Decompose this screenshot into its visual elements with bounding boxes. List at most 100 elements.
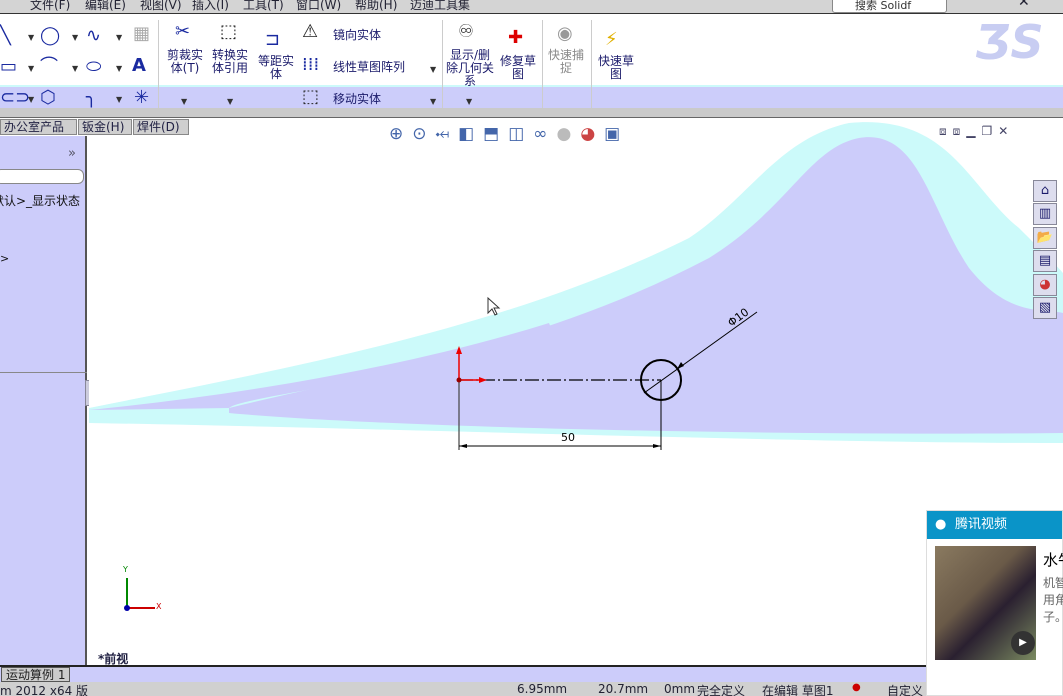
display-style-icon[interactable]: ◫ <box>508 124 533 144</box>
chevron-down-icon[interactable]: ▼ <box>28 64 34 73</box>
menu-tools[interactable]: 工具(T) <box>243 0 284 13</box>
video-headline[interactable]: 水牛 <box>1043 549 1063 570</box>
spline-icon[interactable]: ∿ <box>86 26 101 46</box>
mirror-entities-button[interactable]: 镜向实体 <box>333 29 381 42</box>
tab-sheet-metal[interactable]: 钣金(H) <box>78 119 132 135</box>
menu-view[interactable]: 视图(V) <box>140 0 182 13</box>
chevron-down-icon[interactable]: ▼ <box>430 65 436 74</box>
tencent-video-popup: ● 腾讯视频 ▶ 水牛 机智 用角 子。 <box>926 510 1063 696</box>
offset-entities-button[interactable]: 等距实体 <box>256 55 296 81</box>
rectangle-icon[interactable]: ▭ <box>0 57 17 77</box>
minimize-icon[interactable]: ▁ <box>966 124 981 138</box>
status-bar: m 2012 x64 版 6.95mm 20.7mm 0mm 完全定义 在编辑 … <box>0 682 926 696</box>
linear-pattern-icon: ⁞⁞⁞ <box>302 54 320 75</box>
fillet-icon[interactable]: ╮ <box>86 88 97 108</box>
axis-x-label: X <box>156 602 162 611</box>
display-state-item[interactable]: 默认>_显示状态 <box>0 192 80 209</box>
toolbar-footer <box>0 108 1063 118</box>
status-z: 0mm <box>664 682 696 696</box>
view-palette-icon[interactable]: ▤ <box>1033 250 1057 272</box>
chevron-down-icon[interactable]: ▼ <box>116 95 122 104</box>
circle-icon[interactable]: ◯ <box>40 26 60 46</box>
slot-icon[interactable]: ⊂⊃ <box>0 88 30 108</box>
expand-icon[interactable]: » <box>68 146 76 161</box>
text-icon[interactable]: A <box>132 56 146 76</box>
heads-up-view-toolbar: ⊕⊙⤟◧⬒◫∞●◕▣ <box>389 124 629 144</box>
ellipse-icon[interactable]: ⬭ <box>86 57 101 77</box>
tab-weldments[interactable]: 焊件(D) <box>133 119 189 135</box>
graphics-area[interactable]: 50 Φ10 Y X *前视 ⊕⊙⤟◧⬒◫∞●◕▣ ⧈⧈▁❐✕ <box>89 118 1063 665</box>
chevron-down-icon[interactable]: ▼ <box>28 95 34 104</box>
status-editing: 在编辑 草图1 <box>762 684 834 696</box>
viewport-icon[interactable]: ⧈ <box>953 124 967 138</box>
close-icon[interactable]: ✕ <box>1018 0 1030 10</box>
home-icon[interactable]: ⌂ <box>1033 180 1057 202</box>
viewport-icon[interactable]: ⧈ <box>939 124 953 138</box>
menu-edit[interactable]: 编辑(E) <box>85 0 126 13</box>
search-input[interactable]: 搜索 Solidf <box>832 0 947 13</box>
custom-properties-icon[interactable]: ▧ <box>1033 297 1057 319</box>
axis-y-label: Y <box>123 565 128 574</box>
tree-item[interactable]: > <box>0 252 9 265</box>
chevron-down-icon[interactable]: ▼ <box>227 97 233 106</box>
ds-logo: ƷS <box>975 15 1044 69</box>
menu-insert[interactable]: 插入(I) <box>192 0 229 13</box>
close-icon[interactable]: ✕ <box>998 124 1014 138</box>
rebuild-indicator-icon: ● <box>852 682 861 693</box>
point-icon[interactable]: ✳ <box>134 88 149 108</box>
appearances-icon[interactable]: ◕ <box>1033 274 1057 296</box>
previous-view-icon[interactable]: ⤟ <box>436 124 459 144</box>
chevron-down-icon[interactable]: ▼ <box>72 33 78 42</box>
chevron-down-icon[interactable]: ▼ <box>466 97 472 106</box>
play-icon[interactable]: ▶ <box>1011 631 1035 655</box>
chevron-down-icon[interactable]: ▼ <box>116 64 122 73</box>
repair-sketch-button[interactable]: 修复草图 <box>497 55 539 81</box>
menu-file[interactable]: 文件(F) <box>30 0 70 13</box>
feature-manager-panel: » 默认>_显示状态 > <box>0 136 93 665</box>
sketch-origin <box>456 377 462 383</box>
tab-office-products[interactable]: 办公室产品 <box>0 119 77 135</box>
grid-icon[interactable]: ▦ <box>133 24 150 44</box>
restore-icon[interactable]: ❐ <box>982 124 999 138</box>
video-description: 机智 用角 子。 <box>1043 576 1063 624</box>
view-settings-icon[interactable]: ▣ <box>604 124 629 144</box>
status-definition: 完全定义 <box>697 684 746 696</box>
line-icon[interactable]: ╲ <box>0 26 11 46</box>
arc-icon[interactable]: ⌒ <box>40 57 58 77</box>
chevron-down-icon[interactable]: ▼ <box>28 33 34 42</box>
file-explorer-icon[interactable]: 📂 <box>1033 227 1057 249</box>
dimension-text-length[interactable]: 50 <box>561 431 575 444</box>
convert-entities-button[interactable]: 转换实体引用 <box>208 49 252 75</box>
edit-appearance-icon[interactable]: ● <box>556 124 580 144</box>
section-view-icon[interactable]: ◧ <box>458 124 483 144</box>
status-units[interactable]: 自定义 <box>887 682 923 696</box>
rapid-sketch-icon: ⚡ <box>605 29 618 50</box>
quick-snaps-button[interactable]: 快速捕捉 <box>545 49 587 75</box>
zoom-area-icon[interactable]: ⊙ <box>412 124 435 144</box>
apply-scene-icon[interactable]: ◕ <box>580 124 604 144</box>
video-thumbnail[interactable]: ▶ <box>935 546 1036 660</box>
menu-window[interactable]: 窗口(W) <box>296 0 341 13</box>
rapid-sketch-button[interactable]: 快速草图 <box>595 55 637 81</box>
menu-help[interactable]: 帮助(H) <box>355 0 397 13</box>
design-library-icon[interactable]: ▥ <box>1033 203 1057 225</box>
filter-input[interactable] <box>0 169 84 184</box>
linear-pattern-button[interactable]: 线性草图阵列 <box>333 61 405 74</box>
hide-show-icon[interactable]: ∞ <box>533 124 556 144</box>
view-orientation-icon[interactable]: ⬒ <box>483 124 508 144</box>
chevron-down-icon[interactable]: ▼ <box>116 33 122 42</box>
menu-bar: 文件(F) 编辑(E) 视图(V) 插入(I) 工具(T) 窗口(W) 帮助(H… <box>0 0 1063 14</box>
mirror-icon: ⚠ <box>302 21 319 42</box>
menu-maidi-tools[interactable]: 迈迪工具集 <box>410 0 470 13</box>
chevron-down-icon[interactable]: ▼ <box>181 97 187 106</box>
glasses-icon: ♾ <box>458 21 475 42</box>
display-delete-relations-button[interactable]: 显示/删除几何关系 <box>446 49 494 88</box>
bottom-tabs: 运动算例 1 <box>0 665 926 682</box>
trim-entities-button[interactable]: 剪裁实体(T) <box>163 49 207 75</box>
chevron-down-icon[interactable]: ▼ <box>72 64 78 73</box>
polygon-icon[interactable]: ⬡ <box>40 88 56 108</box>
chevron-down-icon[interactable]: ▼ <box>430 97 436 106</box>
tab-motion-study[interactable]: 运动算例 1 <box>1 667 71 682</box>
zoom-to-fit-icon[interactable]: ⊕ <box>389 124 412 144</box>
move-entities-button[interactable]: 移动实体 <box>333 93 381 106</box>
